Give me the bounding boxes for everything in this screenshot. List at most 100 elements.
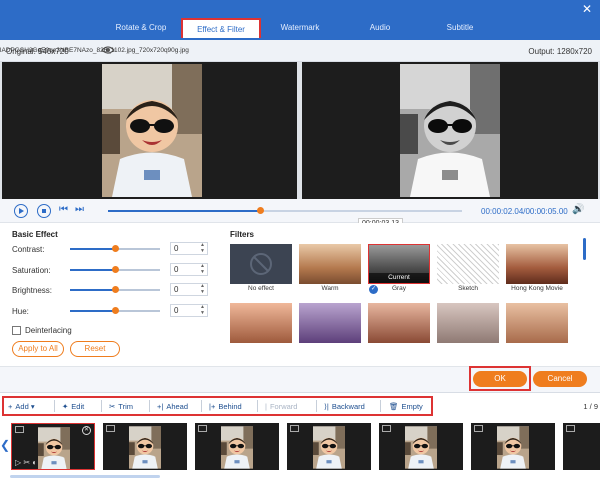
hue-label: Hue:: [12, 307, 29, 316]
tab-audio[interactable]: Audio: [355, 18, 405, 38]
spin-arrows-icon[interactable]: ▲ ▼: [200, 304, 205, 316]
clip-image: [405, 425, 437, 470]
clip-controls[interactable]: ▷ ✂ ◐: [15, 458, 37, 467]
behind-icon: |+: [209, 402, 216, 411]
add-button[interactable]: + Add ▾: [8, 402, 35, 411]
filter-sketch[interactable]: Sketch: [437, 244, 499, 294]
close-icon[interactable]: ✕: [82, 426, 91, 435]
toolbar-divider: [54, 400, 55, 412]
hue-value: 0: [174, 306, 179, 315]
slider-handle[interactable]: [111, 266, 119, 273]
stop-button[interactable]: [37, 204, 51, 218]
hue-input[interactable]: 0 ▲ ▼: [170, 304, 208, 317]
filter-thumbnail: [506, 244, 568, 284]
filter-thumbnail-row2[interactable]: [437, 303, 499, 353]
play-button[interactable]: [14, 204, 28, 218]
behind-label: Behind: [218, 402, 242, 411]
backward-icon: ⟩|: [324, 402, 329, 411]
time-readout: 00:00:02.04/00:00:05.00: [481, 207, 568, 216]
toolbar-divider: [201, 400, 202, 412]
tab-watermark[interactable]: Watermark: [268, 18, 332, 38]
slider-handle[interactable]: [111, 307, 119, 314]
deinterlacing-checkbox[interactable]: [12, 326, 21, 335]
forward-button[interactable]: | Forward: [265, 402, 297, 411]
tab-rotate-crop[interactable]: Rotate & Crop: [103, 18, 179, 38]
clip-thumbnail[interactable]: ✕ ▷ ✂ ◐: [11, 423, 95, 470]
clip-thumbnail[interactable]: [379, 423, 463, 470]
hue-slider[interactable]: [70, 307, 160, 314]
slider-handle[interactable]: [111, 286, 119, 293]
empty-label: Empty: [401, 402, 423, 411]
contrast-input[interactable]: 0 ▲ ▼: [170, 242, 208, 255]
contrast-slider[interactable]: [70, 245, 160, 252]
filmstrip-scrollbar[interactable]: [10, 475, 160, 478]
behind-button[interactable]: |+ Behind: [209, 402, 242, 411]
contrast-label: Contrast:: [12, 245, 45, 254]
ahead-icon: +|: [157, 402, 164, 411]
saturation-value: 0: [174, 265, 179, 274]
saturation-slider[interactable]: [70, 266, 160, 273]
slider-handle[interactable]: [111, 245, 119, 252]
ahead-button[interactable]: +| Ahead: [157, 402, 188, 411]
toolbar-divider: [257, 400, 258, 412]
tab-subtitle[interactable]: Subtitle: [434, 18, 486, 38]
close-icon[interactable]: ✕: [582, 2, 592, 16]
backward-button[interactable]: ⟩| Backward: [324, 402, 365, 411]
previous-frame-icon[interactable]: ⏮: [59, 204, 68, 215]
ok-button[interactable]: OK: [473, 371, 527, 387]
filter-warm[interactable]: Warm: [299, 244, 361, 294]
brightness-input[interactable]: 0 ▲ ▼: [170, 283, 208, 296]
filter-thumbnail-row2[interactable]: [506, 303, 568, 353]
playback-bar: ⏮ ⏭ 00:00:02.04/00:00:05.00 🔊: [0, 199, 600, 223]
trim-button[interactable]: ✂ Trim: [109, 402, 133, 411]
volume-icon[interactable]: 🔊: [572, 204, 584, 215]
saturation-label: Saturation:: [12, 266, 51, 275]
chevron-left-icon[interactable]: ❮: [0, 438, 10, 452]
chevron-down-icon[interactable]: ▾: [31, 402, 35, 411]
cancel-button[interactable]: Cancel: [533, 371, 587, 387]
tab-effect-filter[interactable]: Effect & Filter: [181, 18, 261, 38]
reset-button[interactable]: Reset: [70, 341, 120, 357]
saturation-input[interactable]: 0 ▲ ▼: [170, 263, 208, 276]
clip-thumbnail[interactable]: [195, 423, 279, 470]
next-frame-icon[interactable]: ⏭: [75, 204, 84, 215]
empty-button[interactable]: 🗑 Empty: [389, 402, 423, 411]
clip-image: [221, 425, 253, 470]
image-icon: [106, 425, 115, 432]
forward-label: Forward: [269, 402, 298, 411]
filter-thumbnail: Current: [368, 244, 430, 284]
filter-name: Hong Kong Movie: [511, 285, 563, 292]
spin-arrows-icon[interactable]: ▲ ▼: [200, 263, 205, 275]
filter-thumbnail-row2[interactable]: [368, 303, 430, 353]
filter-thumbnail-row2[interactable]: [230, 303, 292, 353]
filter-no-effect[interactable]: No effect: [230, 244, 292, 294]
brightness-value: 0: [174, 285, 179, 294]
apply-to-all-button[interactable]: Apply to All: [12, 341, 64, 357]
spin-arrows-icon[interactable]: ▲ ▼: [200, 242, 205, 254]
clip-image: [129, 425, 161, 470]
output-resolution: Output: 1280x720: [528, 47, 592, 56]
edit-button[interactable]: ✦ Edit: [62, 402, 84, 411]
image-icon: [382, 425, 391, 432]
image-icon: [474, 425, 483, 432]
toolbar-divider: [101, 400, 102, 412]
clip-thumbnail[interactable]: [103, 423, 187, 470]
spin-arrows-icon[interactable]: ▲ ▼: [200, 283, 205, 295]
add-label: Add: [15, 402, 29, 411]
filter-gray[interactable]: Current ✓ Gray: [368, 244, 430, 294]
filter-thumbnail: [230, 303, 292, 343]
playback-handle[interactable]: [256, 207, 264, 214]
filter-thumbnail-row2[interactable]: [299, 303, 361, 353]
preview-area: [0, 62, 600, 199]
image-icon: [566, 425, 575, 432]
filter-name: Warm: [321, 285, 339, 292]
forward-icon: |: [265, 402, 267, 411]
clip-thumbnail[interactable]: [471, 423, 555, 470]
clip-thumbnail[interactable]: [287, 423, 371, 470]
clip-thumbnail[interactable]: [563, 423, 600, 470]
filter-hong-kong-movie[interactable]: Hong Kong Movie: [506, 244, 568, 294]
brightness-slider[interactable]: [70, 286, 160, 293]
filter-thumbnail: [230, 244, 292, 284]
playback-slider[interactable]: [108, 207, 462, 214]
filters-scrollbar[interactable]: [583, 238, 586, 260]
